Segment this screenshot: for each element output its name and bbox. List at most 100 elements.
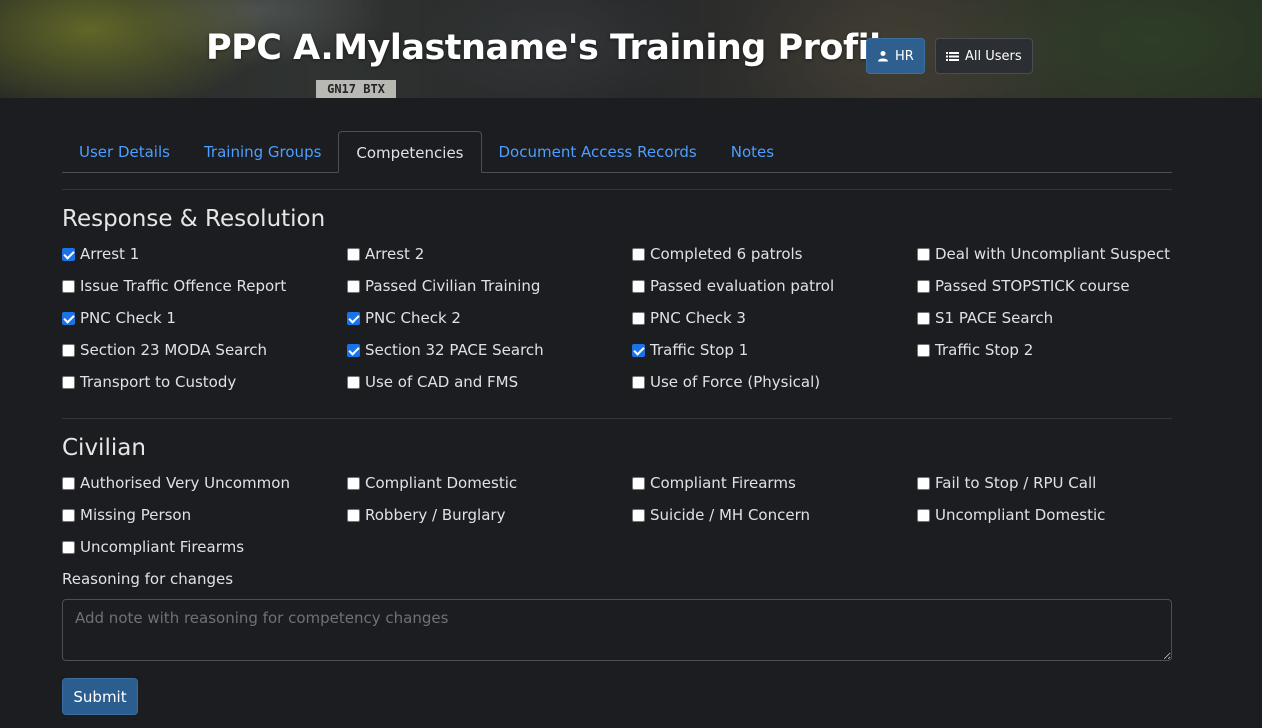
checkbox[interactable]	[917, 343, 930, 357]
checkbox[interactable]	[632, 508, 645, 522]
competency-label: Missing Person	[80, 506, 192, 524]
checkbox[interactable]	[632, 476, 645, 490]
competency-item[interactable]: Suicide / MH Concern	[632, 499, 917, 531]
checkbox-checked[interactable]	[632, 343, 645, 357]
competency-label: Arrest 2	[365, 245, 425, 263]
checkbox[interactable]	[632, 247, 645, 261]
competency-item[interactable]: Completed 6 patrols	[632, 238, 917, 270]
number-plate: GN17 BTX	[316, 80, 396, 98]
list-icon	[946, 51, 959, 62]
competency-item[interactable]: PNC Check 2	[347, 302, 632, 334]
competency-label: Section 32 PACE Search	[365, 341, 544, 359]
checkbox[interactable]	[632, 311, 645, 325]
competency-item[interactable]: Passed evaluation patrol	[632, 270, 917, 302]
checkbox[interactable]	[62, 279, 75, 293]
tab-user-details[interactable]: User Details	[62, 131, 187, 173]
checkbox[interactable]	[917, 311, 930, 325]
section-title-civilian: Civilian	[62, 435, 146, 461]
reason-textarea[interactable]	[62, 599, 1172, 661]
competency-item[interactable]: Issue Traffic Offence Report	[62, 270, 347, 302]
person-icon	[877, 50, 889, 62]
page-title: PPC A.Mylastname's Training Profile	[206, 28, 904, 68]
all-users-button-label: All Users	[965, 48, 1022, 64]
competency-item[interactable]: Uncompliant Domestic	[917, 499, 1202, 531]
checkbox[interactable]	[62, 508, 75, 522]
checkbox[interactable]	[917, 279, 930, 293]
checkbox[interactable]	[347, 247, 360, 261]
competency-label: PNC Check 1	[80, 309, 176, 327]
checkbox[interactable]	[917, 476, 930, 490]
competency-label: Passed Civilian Training	[365, 277, 541, 295]
tab-training-groups[interactable]: Training Groups	[187, 131, 338, 173]
competency-label: Passed STOPSTICK course	[935, 277, 1130, 295]
competency-item[interactable]: PNC Check 3	[632, 302, 917, 334]
section-divider	[62, 418, 1172, 419]
checkbox-checked[interactable]	[62, 247, 75, 261]
checkbox-checked[interactable]	[347, 343, 360, 357]
checkbox[interactable]	[62, 343, 75, 357]
competency-item[interactable]: Robbery / Burglary	[347, 499, 632, 531]
competency-label: Use of CAD and FMS	[365, 373, 519, 391]
competency-label: PNC Check 3	[650, 309, 746, 327]
checkbox[interactable]	[347, 279, 360, 293]
competency-label: Uncompliant Firearms	[80, 538, 245, 556]
competency-label: Arrest 1	[80, 245, 140, 263]
competency-item[interactable]: Uncompliant Firearms	[62, 531, 347, 563]
section-title-response: Response & Resolution	[62, 206, 326, 232]
competency-item[interactable]: PNC Check 1	[62, 302, 347, 334]
checkbox[interactable]	[632, 375, 645, 389]
competency-item[interactable]: Transport to Custody	[62, 366, 347, 398]
submit-button[interactable]: Submit	[62, 678, 138, 715]
hr-button[interactable]: HR	[866, 38, 925, 74]
competency-label: Deal with Uncompliant Suspect	[935, 245, 1170, 263]
competency-item[interactable]: Missing Person	[62, 499, 347, 531]
tab-competencies[interactable]: Competencies	[338, 131, 482, 173]
competency-item[interactable]: Authorised Very Uncommon	[62, 467, 347, 499]
competency-item[interactable]: Section 23 MODA Search	[62, 334, 347, 366]
competency-item[interactable]: S1 PACE Search	[917, 302, 1202, 334]
competency-label: Authorised Very Uncommon	[80, 474, 290, 492]
competency-item[interactable]: Traffic Stop 2	[917, 334, 1202, 366]
checkbox[interactable]	[632, 279, 645, 293]
competency-label: Completed 6 patrols	[650, 245, 803, 263]
checkbox[interactable]	[62, 476, 75, 490]
competency-item[interactable]: Passed Civilian Training	[347, 270, 632, 302]
competency-label: Passed evaluation patrol	[650, 277, 835, 295]
competency-item[interactable]: Fail to Stop / RPU Call	[917, 467, 1202, 499]
competency-item[interactable]: Deal with Uncompliant Suspect	[917, 238, 1202, 270]
tab-notes[interactable]: Notes	[714, 131, 791, 173]
competency-item[interactable]: Traffic Stop 1	[632, 334, 917, 366]
competency-item[interactable]: Compliant Firearms	[632, 467, 917, 499]
competency-item[interactable]: Passed STOPSTICK course	[917, 270, 1202, 302]
competency-item[interactable]: Compliant Domestic	[347, 467, 632, 499]
reason-label: Reasoning for changes	[62, 570, 234, 588]
checkbox[interactable]	[347, 476, 360, 490]
competency-label: Issue Traffic Offence Report	[80, 277, 287, 295]
competency-label: Robbery / Burglary	[365, 506, 506, 524]
checkbox[interactable]	[917, 508, 930, 522]
checkbox[interactable]	[917, 247, 930, 261]
competency-label: Traffic Stop 1	[650, 341, 749, 359]
hr-button-label: HR	[895, 48, 914, 64]
response-competency-grid: Arrest 1 Arrest 2 Completed 6 patrols Deal …	[62, 238, 1202, 398]
competency-item[interactable]: Arrest 2	[347, 238, 632, 270]
civilian-competency-grid: Authorised Very Uncommon Compliant Domest…	[62, 467, 1202, 563]
all-users-button[interactable]: All Users	[935, 38, 1033, 74]
competency-label: Compliant Domestic	[365, 474, 518, 492]
checkbox[interactable]	[62, 375, 75, 389]
section-divider	[62, 189, 1172, 190]
tab-document-access-records[interactable]: Document Access Records	[482, 131, 714, 173]
competency-item[interactable]: Section 32 PACE Search	[347, 334, 632, 366]
checkbox[interactable]	[347, 375, 360, 389]
competency-item[interactable]: Arrest 1	[62, 238, 347, 270]
competency-item[interactable]: Use of Force (Physical)	[632, 366, 917, 398]
competency-item[interactable]: Use of CAD and FMS	[347, 366, 632, 398]
competency-label: Section 23 MODA Search	[80, 341, 267, 359]
checkbox[interactable]	[347, 508, 360, 522]
checkbox[interactable]	[62, 540, 75, 554]
checkbox-checked[interactable]	[62, 311, 75, 325]
competency-label: Traffic Stop 2	[935, 341, 1034, 359]
competency-label: S1 PACE Search	[935, 309, 1054, 327]
competency-label: Compliant Firearms	[650, 474, 796, 492]
checkbox-checked[interactable]	[347, 311, 360, 325]
